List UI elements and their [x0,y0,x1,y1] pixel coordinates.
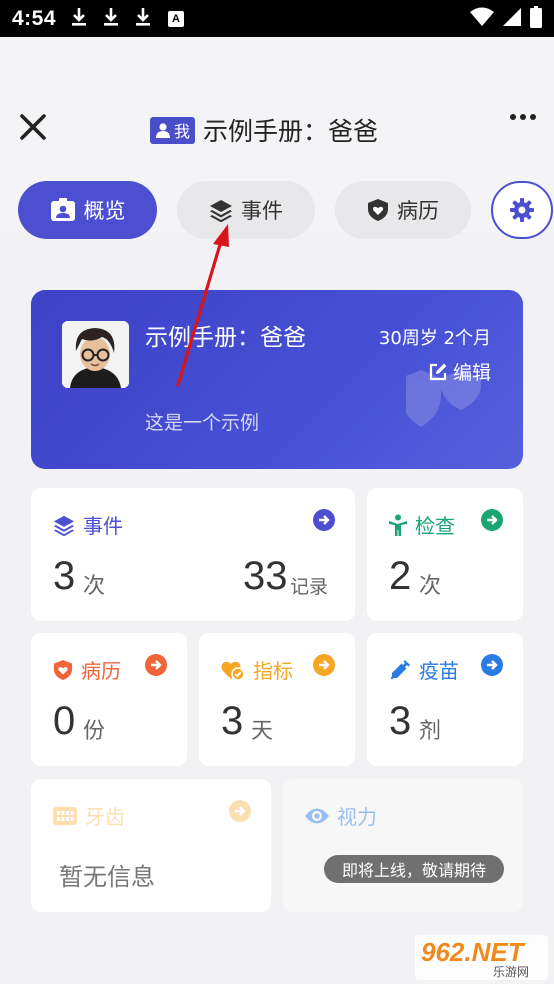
more-icon-dot [530,114,536,120]
vaccine-unit: 剂 [419,719,442,744]
teeth-arrow-button[interactable] [229,800,251,822]
layers-icon [210,200,232,222]
teeth-icon [53,806,77,825]
indicators-card-title: 指标 [221,655,293,684]
tab-overview-label: 概览 [83,199,126,223]
eye-icon [305,808,329,823]
teeth-card[interactable]: 牙齿 暂无信息 [31,779,271,912]
arrow-right-icon [319,515,330,525]
checkup-unit: 次 [419,574,442,599]
medical-count: 0 [53,699,76,743]
arrow-right-icon [487,660,498,670]
tab-events-label: 事件 [241,199,283,223]
events-records: 33 [243,554,288,598]
watermark-logo: 962.NET 乐游网 [415,935,548,980]
settings-button[interactable] [491,181,553,239]
close-icon [20,114,46,140]
arrow-right-icon [235,806,246,816]
me-badge: 我 [150,116,196,144]
medical-title-label: 病历 [81,659,121,683]
vaccine-card[interactable]: 疫苗 3 剂 [367,633,523,766]
events-records-unit: 记录 [290,576,329,598]
indicators-count: 3 [221,699,244,743]
status-bar: 4:54 A [0,0,554,37]
vision-card: 视力 即将上线，敬请期待 [283,779,523,912]
app-notification-icon: A [168,10,185,27]
me-badge-label: 我 [174,122,191,141]
download-icon [102,7,120,31]
vaccine-card-title: 疫苗 [389,655,459,684]
download-icon [70,7,88,31]
vaccine-arrow-button[interactable] [481,654,503,676]
checkup-arrow-button[interactable] [481,509,503,531]
profile-description: 这是一个示例 [145,412,260,434]
vaccine-count: 3 [389,699,412,743]
checkup-title-label: 检查 [415,514,455,538]
arrow-right-icon [487,515,498,525]
profile-name: 示例手册：爸爸 [145,325,306,351]
profile-age: 30周岁 2个月 [378,328,491,349]
vision-title-label: 视力 [337,805,377,829]
page-title-wrap: 我 示例手册：爸爸 [150,112,378,148]
checkup-count: 2 [389,554,412,598]
layers-icon [53,515,75,536]
signal-icon [502,7,522,31]
tab-records-label: 病历 [397,199,439,223]
indicators-arrow-button[interactable] [313,654,335,676]
medical-card[interactable]: 病历 0 份 [31,633,187,766]
vision-card-title: 视力 [305,801,377,830]
events-count-unit: 次 [83,574,106,599]
more-icon-dot [510,114,516,120]
checkup-card-title: 检查 [389,510,455,539]
user-icon [156,123,170,138]
coming-soon-badge: 即将上线，敬请期待 [324,855,504,883]
arrow-right-icon [151,660,162,670]
vaccine-title-label: 疫苗 [419,659,459,683]
medical-arrow-button[interactable] [145,654,167,676]
wifi-icon [470,7,494,31]
syringe-icon [390,659,410,679]
medical-card-title: 病历 [53,655,121,684]
profile-card[interactable]: 示例手册：爸爸 30周岁 2个月 编辑 这是一个示例 [31,290,523,469]
teeth-title-label: 牙齿 [85,805,125,829]
events-card-title: 事件 [53,510,123,539]
indicators-unit: 天 [251,719,274,744]
person-check-icon [389,514,407,536]
indicators-title-label: 指标 [253,659,293,683]
more-icon-dot [520,114,526,120]
tab-overview[interactable]: 概览 [18,181,157,239]
heart-check-icon [221,661,245,681]
avatar [62,321,129,388]
watermark-text: 962.NET [421,937,526,967]
header: 我 示例手册：爸爸 [0,100,554,156]
page-title: 示例手册：爸爸 [203,117,379,146]
events-arrow-button[interactable] [313,509,335,531]
close-button[interactable] [18,112,48,142]
download-icon [134,7,152,31]
shield-heart-icon [368,199,388,221]
checkup-card[interactable]: 检查 2 次 [367,488,523,621]
events-count: 3 [53,554,76,598]
battery-icon [530,5,542,32]
teeth-card-title: 牙齿 [53,801,125,830]
events-card[interactable]: 事件 3 次 33 记录 [31,488,355,621]
more-button[interactable] [510,114,536,120]
watermark-subtext: 乐游网 [493,965,529,979]
id-card-icon [50,198,75,221]
tab-events[interactable]: 事件 [177,181,315,239]
events-title-label: 事件 [83,514,123,538]
shield-decoration-icon [406,370,481,427]
indicators-card[interactable]: 指标 3 天 [199,633,355,766]
tab-bar: 概览 事件 病历 [18,181,471,239]
arrow-right-icon [319,660,330,670]
teeth-empty-text: 暂无信息 [59,863,155,891]
status-time: 4:54 [12,6,57,30]
gear-icon [510,198,534,222]
shield-heart-icon [53,659,73,680]
medical-unit: 份 [83,719,106,744]
tab-medical-records[interactable]: 病历 [335,181,471,239]
